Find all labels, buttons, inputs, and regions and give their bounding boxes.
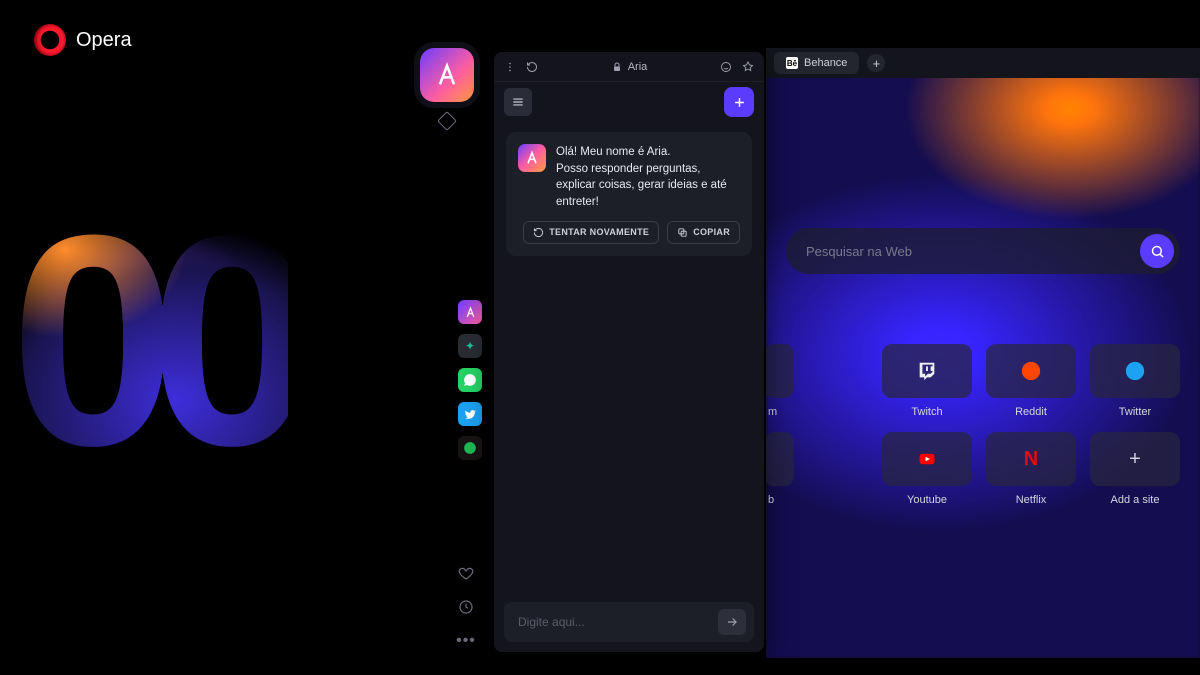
twitter-icon xyxy=(1090,344,1180,398)
aria-panel: Aria Olá! Meu nome é Aria. Posso respond… xyxy=(494,52,764,652)
aria-input-container xyxy=(504,602,754,642)
reload-icon[interactable] xyxy=(526,61,538,73)
aria-text-input[interactable] xyxy=(518,615,718,629)
aria-icon xyxy=(433,61,461,89)
smiley-icon[interactable] xyxy=(720,61,732,73)
speed-dial-grid: m Twitch Reddit Twitter b Youtube xyxy=(786,344,1180,506)
search-input[interactable] xyxy=(806,244,1140,259)
speed-dial-item-netflix[interactable]: N Netflix xyxy=(986,432,1076,506)
tab-behance[interactable]: Bē Behance xyxy=(774,52,859,74)
lock-icon xyxy=(611,61,623,73)
sidebar-whatsapp-icon[interactable] xyxy=(458,368,482,392)
more-icon[interactable]: ••• xyxy=(456,631,476,651)
youtube-icon xyxy=(882,432,972,486)
arrow-right-icon xyxy=(725,615,739,629)
copy-icon xyxy=(677,227,688,238)
search-bar[interactable] xyxy=(786,228,1180,274)
speed-dial-item-twitch[interactable]: Twitch xyxy=(882,344,972,418)
speed-dial-item-b[interactable]: b xyxy=(766,432,868,506)
kebab-icon[interactable] xyxy=(504,61,516,73)
speed-dial-item-m[interactable]: m xyxy=(766,344,868,418)
aria-launcher-button[interactable] xyxy=(420,48,474,102)
workspace-icon[interactable] xyxy=(437,111,457,131)
plus-icon xyxy=(732,95,747,110)
copy-button[interactable]: COPIAR xyxy=(667,221,740,244)
sidebar: ✦ xyxy=(456,300,484,460)
opera-logo-icon xyxy=(34,24,66,56)
aria-avatar-icon xyxy=(518,144,546,172)
aria-welcome-message: Olá! Meu nome é Aria. Posso responder pe… xyxy=(506,132,752,256)
sidebar-aria-icon[interactable] xyxy=(458,300,482,324)
search-button[interactable] xyxy=(1140,234,1174,268)
send-button[interactable] xyxy=(718,609,746,635)
sidebar-spotify-icon[interactable] xyxy=(458,436,482,460)
plus-icon: + xyxy=(1090,432,1180,486)
sidebar-bottom: ••• xyxy=(456,563,476,651)
hamburger-icon xyxy=(511,95,525,109)
netflix-icon: N xyxy=(986,432,1076,486)
reddit-icon xyxy=(986,344,1076,398)
retry-icon xyxy=(533,227,544,238)
search-icon xyxy=(1150,244,1165,259)
pin-icon[interactable] xyxy=(742,61,754,73)
new-tab-button[interactable]: + xyxy=(867,54,885,72)
tab-bar: Bē Behance + xyxy=(766,48,1200,78)
sidebar-chatgpt-icon[interactable]: ✦ xyxy=(458,334,482,358)
background-zero-art: 00 xyxy=(10,190,288,490)
opera-logo: Opera xyxy=(34,24,132,56)
speed-dial-item-twitter[interactable]: Twitter xyxy=(1090,344,1180,418)
aria-toolbar xyxy=(494,82,764,122)
aria-addressbar: Aria xyxy=(494,52,764,82)
tab-label: Behance xyxy=(804,57,847,69)
opera-logo-text: Opera xyxy=(76,29,132,52)
new-chat-button[interactable] xyxy=(724,87,754,117)
aria-chat-body: Olá! Meu nome é Aria. Posso responder pe… xyxy=(494,122,764,592)
speed-dial-item-youtube[interactable]: Youtube xyxy=(882,432,972,506)
history-icon[interactable] xyxy=(456,597,476,617)
browser-window: Bē Behance + m Twitch Reddit xyxy=(766,48,1200,658)
speed-dial-item-reddit[interactable]: Reddit xyxy=(986,344,1076,418)
aria-welcome-text: Olá! Meu nome é Aria. Posso responder pe… xyxy=(556,144,740,211)
hamburger-button[interactable] xyxy=(504,88,532,116)
behance-favicon-icon: Bē xyxy=(786,57,798,69)
retry-button[interactable]: TENTAR NOVAMENTE xyxy=(523,221,659,244)
speed-dial-item-add[interactable]: + Add a site xyxy=(1090,432,1180,506)
twitch-icon xyxy=(882,344,972,398)
aria-addressbar-title: Aria xyxy=(628,61,648,73)
sidebar-twitter-icon[interactable] xyxy=(458,402,482,426)
heart-icon[interactable] xyxy=(456,563,476,583)
